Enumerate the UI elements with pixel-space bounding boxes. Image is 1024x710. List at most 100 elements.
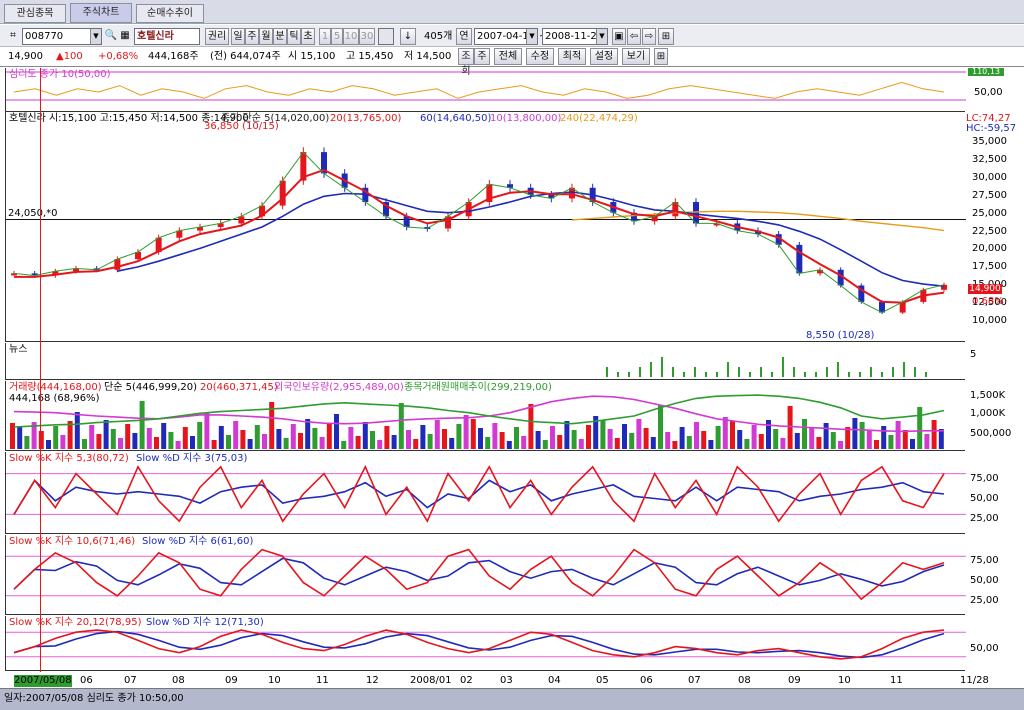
volume-bar bbox=[391, 435, 397, 449]
volume-bar bbox=[787, 406, 793, 449]
volume-bar bbox=[110, 429, 116, 449]
screen-icon[interactable]: ▣ bbox=[612, 28, 626, 45]
volume-legend-ma5: 단순 5(446,999,20) bbox=[104, 382, 197, 393]
all-button[interactable]: 전체 bbox=[494, 48, 522, 65]
week-button[interactable]: 주 bbox=[474, 48, 490, 65]
volume-bar bbox=[672, 441, 678, 449]
tab-net-buy[interactable]: 순매수추이 bbox=[136, 4, 204, 23]
volume-bar bbox=[146, 428, 152, 449]
view-label: 보기 bbox=[626, 51, 646, 62]
price-ytick: 10,000 bbox=[972, 314, 1007, 326]
price-ytick: 20,000 bbox=[972, 243, 1007, 255]
price-panel[interactable]: 호텔신라 시:15,100 고:15,450 저:14,500 종:14,900… bbox=[5, 112, 966, 342]
tab-bar: 관심종목 주식차트 순매수추이 bbox=[0, 0, 1024, 24]
volume-bar bbox=[564, 421, 570, 449]
arrow-down-icon[interactable]: ↓ bbox=[400, 28, 416, 45]
optimal-label: 최적 bbox=[562, 51, 582, 62]
x-tick-label: 08 bbox=[738, 675, 751, 686]
continuous-button[interactable]: 연 bbox=[456, 28, 472, 45]
arrow-right-icon[interactable]: ⇨ bbox=[642, 28, 656, 45]
grid-icon[interactable]: ⊞ bbox=[654, 48, 668, 65]
volume-bar bbox=[326, 423, 332, 449]
volume-bar bbox=[276, 429, 282, 449]
chevron-down-icon[interactable]: ▼ bbox=[90, 29, 101, 44]
sentiment-panel[interactable]: 심리도 종가 10(50,00) bbox=[5, 68, 966, 112]
legend-ma60: 60(14,640,50) bbox=[420, 113, 492, 124]
rights-button[interactable]: 권리 bbox=[205, 28, 229, 45]
volume-bar bbox=[622, 424, 627, 449]
volume-bar bbox=[830, 432, 836, 449]
high-annotation: 36,850 (10/15) bbox=[204, 121, 279, 132]
news-bar bbox=[793, 367, 795, 377]
query-button[interactable]: 조회 bbox=[458, 48, 474, 77]
volume-panel[interactable]: 거래량(444,168,00) 단순 5(446,999,20) 20(460,… bbox=[5, 381, 965, 451]
stoch-fast-panel[interactable]: Slow %K 지수 5,3(80,72) Slow %D 지수 3(75,03… bbox=[5, 452, 966, 534]
volume-bar bbox=[218, 426, 224, 449]
period-second-button[interactable]: 초 bbox=[301, 28, 315, 45]
x-tick-label: 07 bbox=[688, 675, 701, 686]
volume-bar bbox=[542, 440, 548, 449]
volume-bar bbox=[478, 428, 483, 449]
settings-button[interactable]: 설정 bbox=[590, 48, 618, 65]
stoch-mid-panel[interactable]: Slow %K 지수 10,6(71,46) Slow %D 지수 6(61,6… bbox=[5, 535, 966, 615]
tab-watchlist[interactable]: 관심종목 bbox=[4, 4, 66, 23]
price-ytick: 25,000 bbox=[972, 207, 1007, 219]
news-bar bbox=[606, 367, 608, 377]
volume-bar bbox=[74, 412, 80, 449]
interval-30-button[interactable]: 30 bbox=[359, 28, 375, 45]
volume-bar bbox=[744, 439, 750, 449]
end-date-input[interactable]: 2008-11-29 ▼ bbox=[542, 28, 608, 45]
edit-button[interactable]: 수정 bbox=[526, 48, 554, 65]
volume-bar bbox=[499, 432, 505, 449]
period-day-button[interactable]: 일 bbox=[231, 28, 245, 45]
volume: 444,168주 bbox=[148, 51, 199, 62]
view-button[interactable]: 보기 bbox=[622, 48, 650, 65]
news-bar bbox=[716, 372, 718, 377]
volume-bar bbox=[211, 440, 217, 449]
optimal-button[interactable]: 최적 bbox=[558, 48, 586, 65]
period-week-button[interactable]: 주 bbox=[245, 28, 259, 45]
search-icon[interactable]: 🔍 bbox=[104, 29, 118, 43]
pin-icon[interactable]: ⊞ bbox=[658, 28, 674, 45]
news-bar bbox=[617, 372, 619, 377]
stoch-slow-panel[interactable]: Slow %K 지수 20,12(78,95) Slow %D 지수 12(71… bbox=[5, 616, 966, 671]
news-bar bbox=[782, 357, 784, 377]
all-label: 전체 bbox=[498, 51, 518, 62]
news-panel[interactable]: 뉴스 bbox=[5, 343, 965, 380]
volume-bar bbox=[614, 438, 620, 449]
x-tick-label: 2007/05/08 bbox=[14, 675, 72, 687]
interval-field[interactable] bbox=[378, 28, 394, 45]
x-tick-label: 09 bbox=[788, 675, 801, 686]
hts-stock-chart-window: { "tabs":["관심종목","주식차트","순매수추이"], "activ… bbox=[0, 0, 1024, 710]
interval-1-button[interactable]: 1 bbox=[319, 28, 331, 45]
period-month-label: 월 bbox=[261, 31, 271, 42]
price-ytick: 35,000 bbox=[972, 136, 1007, 148]
interval-10-button[interactable]: 10 bbox=[343, 28, 359, 45]
chevron-down-icon[interactable]: ▼ bbox=[526, 29, 537, 44]
interval-5-button[interactable]: 5 bbox=[331, 28, 343, 45]
last-pct-tag: 0,68% bbox=[972, 296, 1004, 307]
prev-volume: (전) 644,074주 bbox=[210, 51, 281, 62]
chevron-down-icon[interactable]: ▼ bbox=[596, 29, 607, 44]
crosshair-cursor[interactable] bbox=[40, 68, 41, 672]
period-minute-button[interactable]: 분 bbox=[273, 28, 287, 45]
news-bar bbox=[738, 367, 740, 377]
volume-bar bbox=[780, 438, 786, 449]
volume-bar bbox=[751, 425, 757, 449]
stock-code-input[interactable]: 008770 ▼ bbox=[22, 28, 102, 45]
period-tick-button[interactable]: 틱 bbox=[287, 28, 301, 45]
volume-bar bbox=[406, 430, 411, 449]
tab-stock-chart[interactable]: 주식차트 bbox=[70, 3, 132, 23]
volume-legend-broker: 종목거래원매매추이(299,219,00) bbox=[404, 382, 552, 393]
volume-bar bbox=[708, 440, 714, 449]
close-line bbox=[13, 151, 945, 314]
stock-info-icon[interactable]: ▦ bbox=[118, 29, 132, 43]
volume-bar bbox=[809, 428, 815, 449]
status-text: 일자:2007/05/08 심리도 종가 10:50,00 bbox=[4, 693, 184, 704]
chart-icon[interactable]: ⌗ bbox=[6, 29, 20, 43]
start-date-input[interactable]: 2007-04-16 ▼ bbox=[474, 28, 538, 45]
settings-label: 설정 bbox=[594, 51, 614, 62]
arrow-left-icon[interactable]: ⇦ bbox=[627, 28, 641, 45]
period-month-button[interactable]: 월 bbox=[259, 28, 273, 45]
volume-bar bbox=[694, 422, 699, 449]
